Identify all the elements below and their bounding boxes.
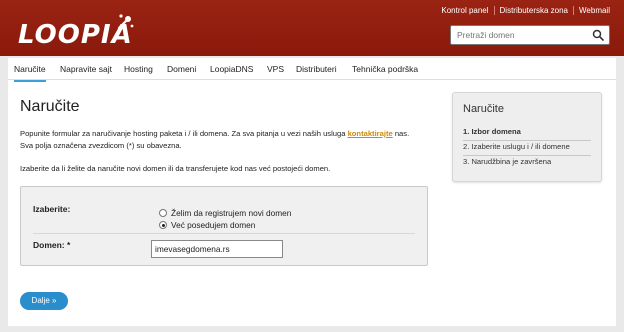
domain-search-input[interactable] — [451, 26, 587, 44]
new-domain-label: Želim da registrujem novi domen — [171, 208, 292, 218]
intro-text-end: nas. — [392, 129, 410, 138]
nav-item-resellers[interactable]: Distributeri — [296, 64, 337, 74]
top-link-divider — [573, 6, 575, 15]
contact-link[interactable]: kontaktirajte — [348, 129, 393, 138]
nav-item-build-site[interactable]: Napravite sajt — [60, 64, 112, 74]
site-header: LOOPIA Kontrol panel Distributerska zona… — [0, 0, 624, 56]
nav-item-hosting[interactable]: Hosting — [124, 64, 153, 74]
search-icon[interactable] — [592, 29, 604, 41]
page-title: Naručite — [20, 98, 80, 115]
steps-title: Naručite — [463, 103, 504, 115]
domain-search — [450, 25, 610, 45]
domain-label: Domen: * — [33, 240, 71, 250]
intro-text-start: Popunite formular za naručivanje hosting… — [20, 129, 348, 138]
nav-item-vps[interactable]: VPS — [267, 64, 284, 74]
radio-existing-domain[interactable] — [159, 221, 167, 229]
top-links: Kontrol panel Distributerska zona Webmai… — [441, 6, 610, 15]
nav-item-domains[interactable]: Domeni — [167, 64, 196, 74]
nav-item-loopiadns[interactable]: LoopiaDNS — [210, 64, 253, 74]
existing-domain-option[interactable]: Već posedujem domen — [159, 220, 255, 230]
step-item: 3. Narudžbina je završena — [463, 157, 552, 166]
required-note: Sva polja označena zvezdicom (*) su obav… — [20, 141, 182, 150]
intro-text: Popunite formular za naručivanje hosting… — [20, 128, 450, 152]
content-panel: Naručite Napravite sajt Hosting Domeni L… — [8, 58, 616, 326]
order-form: Izaberite: Želim da registrujem novi dom… — [20, 186, 428, 266]
top-link-divider — [493, 6, 495, 15]
form-divider — [33, 233, 415, 234]
choose-label: Izaberite: — [33, 204, 71, 214]
control-panel-link[interactable]: Kontrol panel — [441, 6, 488, 15]
webmail-link[interactable]: Webmail — [579, 6, 610, 15]
nav-item-order[interactable]: Naručite — [14, 64, 46, 82]
order-steps-box: Naručite 1. Izbor domena 2. Izaberite us… — [452, 92, 602, 182]
domain-field[interactable] — [151, 240, 283, 258]
main-nav: Naručite Napravite sajt Hosting Domeni L… — [8, 58, 616, 82]
new-domain-option[interactable]: Želim da registrujem novi domen — [159, 208, 291, 218]
radio-new-domain[interactable] — [159, 209, 167, 217]
reseller-zone-link[interactable]: Distributerska zona — [500, 6, 568, 15]
next-button[interactable]: Dalje » — [20, 292, 68, 310]
step-item: 2. Izaberite uslugu i / ili domene — [463, 142, 591, 156]
logo-mark-icon — [117, 14, 134, 30]
instruction-text: Izaberite da li želite da naručite novi … — [20, 164, 331, 173]
step-item: 1. Izbor domena — [463, 127, 591, 141]
nav-item-support[interactable]: Tehnička podrška — [352, 64, 418, 74]
existing-domain-label: Već posedujem domen — [171, 220, 256, 230]
